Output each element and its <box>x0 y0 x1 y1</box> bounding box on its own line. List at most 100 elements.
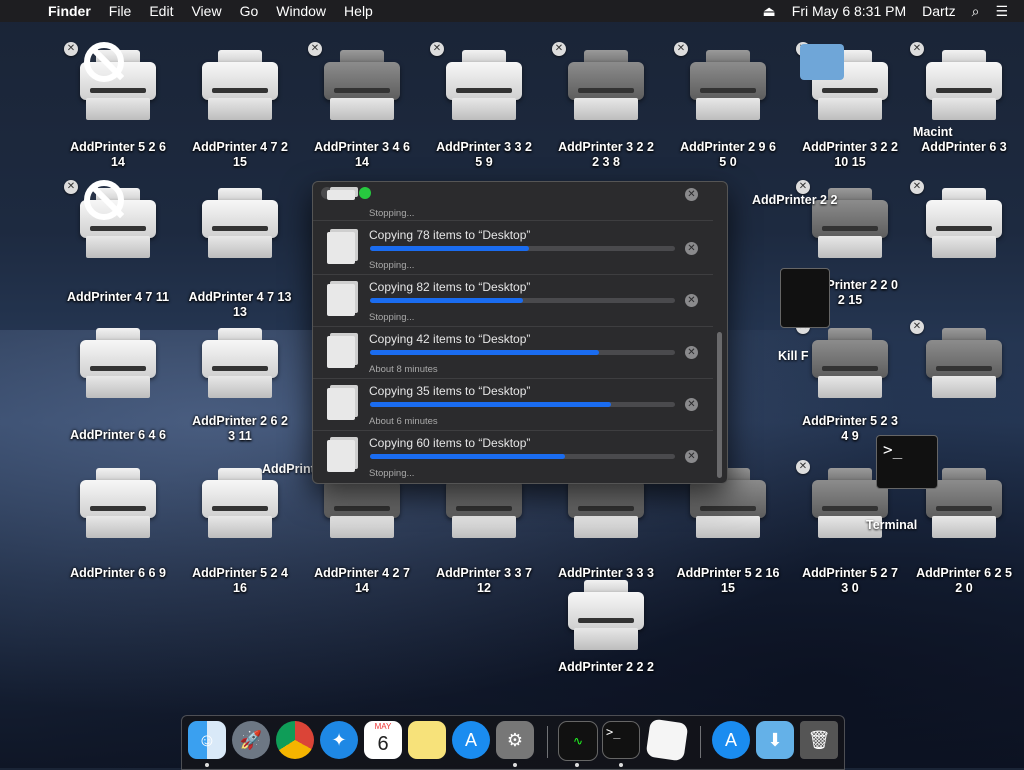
menu-edit[interactable]: Edit <box>149 3 173 19</box>
notification-center-icon[interactable]: ☰ <box>995 3 1008 20</box>
terminal-desktop-icon[interactable]: >_ <box>876 435 938 489</box>
kill-f-label: Kill F <box>778 349 809 363</box>
copy-status: About 6 minutes <box>369 416 438 427</box>
desktop-icon-label: AddPrinter 3 3 7 12 <box>436 566 532 595</box>
progress-bar <box>370 402 675 407</box>
document-icon <box>327 284 355 316</box>
copy-title: Copying 35 items to “Desktop” <box>369 384 531 398</box>
desktop-icon[interactable]: ✕ AddPrinter 5 2 6 14 <box>58 40 178 169</box>
desktop-icon[interactable]: ✕ <box>904 318 1024 438</box>
no-entry-icon <box>84 42 124 82</box>
desktop-icon[interactable]: ✕ AddPrinter 3 2 2 2 3 8 <box>546 40 666 169</box>
desktop-icon-label: AddPrinter 2 9 6 5 0 <box>680 140 776 169</box>
desktop-icon-label: AddPrinter 6 4 6 <box>70 428 166 442</box>
desktop-icon[interactable]: AddPrinter 2 6 2 3 11 <box>180 318 300 443</box>
running-indicator <box>205 763 209 767</box>
desktop-icon[interactable]: ✕ AddPrinter 6 3 <box>904 40 1024 160</box>
printer-icon <box>922 188 1006 264</box>
menu-window[interactable]: Window <box>276 3 326 19</box>
printer-icon <box>442 50 526 126</box>
desktop-icon-label: AddPrinter 2 6 2 3 11 <box>192 414 288 443</box>
desktop-icon-label: AddPrinter 5 2 6 14 <box>70 140 166 169</box>
printer-icon <box>564 50 648 126</box>
cancel-copy-icon[interactable]: ✕ <box>685 188 698 201</box>
menu-app-name[interactable]: Finder <box>48 3 91 19</box>
desktop-icon[interactable]: ✕ AddPrinter 5 2 3 4 9 <box>790 318 910 443</box>
folder-icon[interactable] <box>800 44 844 80</box>
copy-title: Copying 82 items to “Desktop” <box>369 280 531 294</box>
desktop-icon[interactable]: AddPrinter 5 2 4 16 <box>180 458 300 595</box>
activity-monitor-desktop-icon[interactable] <box>780 268 830 328</box>
menu-go[interactable]: Go <box>240 3 259 19</box>
safari-icon[interactable]: ✦ <box>320 721 358 759</box>
document-icon <box>327 388 355 420</box>
printer-icon <box>922 328 1006 404</box>
copy-operation-row: Copying 82 items to “Desktop” Stopping..… <box>313 274 713 327</box>
printer-icon <box>922 50 1006 126</box>
clock[interactable]: Fri May 6 8:31 PM <box>792 3 906 19</box>
macintosh-hd-label: Macint <box>913 125 953 139</box>
copy-operation-row: Stopping... ✕ <box>313 182 713 221</box>
document-icon <box>327 336 355 368</box>
cancel-copy-icon[interactable]: ✕ <box>685 398 698 411</box>
spotlight-search-icon[interactable]: ⌕ <box>972 3 980 20</box>
trash-icon[interactable]: 🗑 <box>800 721 838 759</box>
progress-bar <box>370 454 675 459</box>
desktop-icon[interactable]: ✕ AddPrinter 4 7 11 <box>58 178 178 304</box>
app-store-icon[interactable]: A <box>452 721 490 759</box>
eject-icon[interactable]: ⏏ <box>763 3 776 20</box>
desktop-icon-label: AddPrinter 4 2 7 14 <box>314 566 410 595</box>
desktop-icon[interactable]: ✕ AddPrinter 2 9 6 5 0 <box>668 40 788 169</box>
cancel-copy-icon[interactable]: ✕ <box>685 346 698 359</box>
copy-progress-window[interactable]: Stopping... ✕ Copying 78 items to “Deskt… <box>312 181 728 484</box>
dock-separator <box>700 726 701 758</box>
copy-operation-row: Copying 60 items to “Desktop” Stopping..… <box>313 430 713 482</box>
desktop-icon[interactable]: AddPrinter 6 4 6 <box>58 318 178 442</box>
copy-title: Copying 78 items to “Desktop” <box>369 228 531 242</box>
chrome-icon[interactable] <box>276 721 314 759</box>
desktop-icon[interactable]: ✕ AddPrinter 3 3 2 5 9 <box>424 40 544 169</box>
menu-file[interactable]: File <box>109 3 132 19</box>
downloads-folder-icon[interactable]: ⬇ <box>756 721 794 759</box>
running-indicator <box>619 763 623 767</box>
copy-status: Stopping... <box>369 468 415 479</box>
cancel-copy-icon[interactable]: ✕ <box>685 450 698 463</box>
terminal-prompt: >_ <box>606 725 621 739</box>
notes-icon[interactable] <box>408 721 446 759</box>
copy-title: Copying 42 items to “Desktop” <box>369 332 531 346</box>
desktop-icon-label: AddPrinter 5 2 16 15 <box>676 566 780 595</box>
desktop-icon-label: AddPrinter 5 2 4 16 <box>192 566 288 595</box>
desktop-icon[interactable]: AddPrinter 4 7 13 13 <box>180 178 300 319</box>
user-name[interactable]: Dartz <box>922 3 955 19</box>
finder-icon[interactable]: ☺ <box>188 721 226 759</box>
scrollbar[interactable] <box>717 332 722 478</box>
launchpad-icon[interactable]: 🚀 <box>232 721 270 759</box>
progress-bar <box>370 298 675 303</box>
copy-operations-list[interactable]: Stopping... ✕ Copying 78 items to “Deskt… <box>313 188 715 482</box>
copy-status: Stopping... <box>369 260 415 271</box>
dock-separator <box>547 726 548 758</box>
desktop-icon[interactable]: AddPrinter 2 2 2 <box>546 570 666 690</box>
desktop-icon-label: AddPrinter 2 2 <box>752 193 838 207</box>
downloads-app-store-icon[interactable]: A <box>712 721 750 759</box>
system-preferences-icon[interactable]: ⚙ <box>496 721 534 759</box>
calendar-icon[interactable]: MAY 6 <box>364 721 402 759</box>
document-icon <box>327 232 355 264</box>
printer-icon <box>76 328 160 404</box>
cancel-copy-icon[interactable]: ✕ <box>685 242 698 255</box>
menu-view[interactable]: View <box>191 3 221 19</box>
desktop-icon-label: AddPrinter 3 2 2 10 15 <box>802 140 898 169</box>
activity-monitor-icon[interactable]: ∿ <box>558 721 598 761</box>
cancel-copy-icon[interactable]: ✕ <box>685 294 698 307</box>
desktop-icon[interactable]: AddPrinter 4 7 2 15 <box>180 40 300 169</box>
terminal-icon[interactable]: >_ <box>602 721 640 759</box>
desktop-icon-label: AddPrinter 6 6 9 <box>70 566 166 580</box>
desktop-icon[interactable]: ✕ <box>904 178 1024 298</box>
text-document-icon[interactable] <box>645 718 689 762</box>
desktop-icon-label: AddPrinter 6 3 <box>921 140 1007 154</box>
copy-status: Stopping... <box>369 208 415 219</box>
document-icon <box>327 190 355 200</box>
menu-help[interactable]: Help <box>344 3 373 19</box>
desktop-icon[interactable]: ✕ AddPrinter 3 4 6 14 <box>302 40 422 169</box>
desktop-icon[interactable]: AddPrinter 6 6 9 <box>58 458 178 580</box>
